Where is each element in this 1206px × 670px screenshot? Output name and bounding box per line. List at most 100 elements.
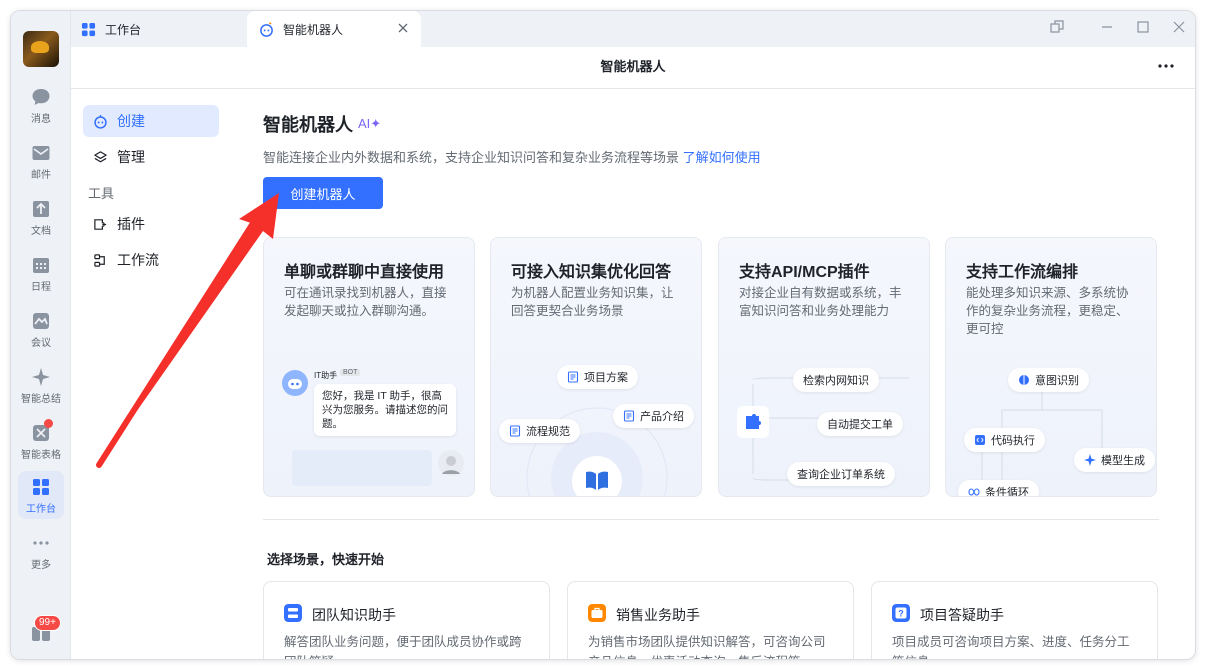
scenario-card-project-qa[interactable]: ? 项目答疑助手 项目成员可咨询项目方案、进度、任务分工等信息 [871,581,1158,659]
book-icon [572,456,622,496]
left-rail: 消息 邮件 文档 日程 会议 智能总结 智能表格 工作台 更多 99+ [11,11,71,659]
nav-item-create[interactable]: 创建 [83,105,219,137]
card-title: 支持工作流编排 [966,264,1079,281]
nav-label: 创建 [117,113,145,129]
team-knowledge-icon [284,604,302,622]
document-icon [567,371,579,383]
section-title: 选择场景，快速开始 [267,552,385,567]
pill-process-spec: 流程规范 [499,419,580,443]
svg-text:?: ? [898,609,904,619]
loop-icon [968,488,980,496]
nav-item-manage[interactable]: 管理 [83,141,219,173]
scenario-title: 销售业务助手 [616,607,700,623]
card-desc: 为机器人配置业务知识集，让回答更契合业务场景 [511,286,674,318]
rail-item-docs[interactable]: 文档 [11,191,71,245]
avatar[interactable] [23,31,59,67]
chat-input-placeholder [292,450,432,486]
workspace-grid-icon [81,22,96,36]
pill-project-plan: 项目方案 [557,365,638,389]
scenario-title: 团队知识助手 [312,607,396,623]
rail-item-workspace[interactable]: 工作台 [11,469,71,523]
rail-label: 智能总结 [21,394,61,405]
learn-how-link[interactable]: 了解如何使用 [683,150,761,165]
meeting-icon [33,313,49,329]
nav-label: 工作流 [117,252,159,268]
message-icon [32,89,50,105]
nav-label: 插件 [117,216,145,232]
page-title: 智能机器人 [600,59,666,74]
more-options-icon[interactable] [1157,60,1175,72]
card-desc: 对接企业自有数据或系统，丰富知识问答和业务处理能力 [739,286,902,318]
document-icon [509,425,521,437]
tab-smart-bot[interactable]: 智能机器人 [247,11,421,47]
document-icon [623,410,635,422]
rail-label: 邮件 [31,170,51,181]
code-icon [975,435,985,445]
close-icon[interactable] [397,22,409,34]
tab-label: 智能机器人 [283,22,344,37]
feature-card-knowledge: 可接入知识集优化回答 为机器人配置业务知识集，让回答更契合业务场景 项目方案 产… [490,237,702,497]
scenario-card-team-knowledge[interactable]: 团队知识助手 解答团队业务问题，便于团队成员协作或跨团队答疑 [263,581,550,659]
maximize-icon[interactable] [1135,19,1151,35]
question-icon: ? [892,604,910,622]
mail-icon [32,146,50,160]
nav-group-tools: 工具 [88,186,115,201]
rail-item-more[interactable]: 更多 [11,525,71,579]
briefcase-icon [588,604,606,622]
bot-avatar-icon [282,370,308,396]
rail-label: 智能表格 [21,450,61,461]
rail-label: 更多 [31,560,51,571]
card-desc: 可在通讯录找到机器人，直接发起聊天或拉入群聊沟通。 [284,286,447,318]
rail-item-mail[interactable]: 邮件 [11,135,71,189]
workflow-icon [94,253,105,267]
rail-item-calendar[interactable]: 日程 [11,247,71,301]
minimize-icon[interactable] [1099,19,1115,35]
nav-item-workflow[interactable]: 工作流 [83,244,219,276]
main-heading: 智能机器人 AI✦ [263,111,1159,137]
side-nav: 创建 管理 工具 插件 工作流 [83,105,219,280]
pill-product-intro: 产品介绍 [613,404,694,428]
scenario-cards: 团队知识助手 解答团队业务问题，便于团队成员协作或跨团队答疑 销售业务助手 为销… [263,581,1159,659]
rail-item-messages[interactable]: 消息 [11,79,71,133]
pill-order-query: 查询企业订单系统 [787,462,895,486]
pill-code-exec: 代码执行 [964,428,1045,452]
calendar-icon [33,258,49,273]
scenario-card-sales[interactable]: 销售业务助手 为销售市场团队提供知识解答，可咨询公司产品信息、优惠活动查询、售后… [567,581,854,659]
rail-label: 文档 [31,226,51,237]
rail-label: 工作台 [26,504,56,515]
bot-name: IT助手 [314,371,338,380]
bot-icon [260,21,273,37]
rail-label: 消息 [31,114,51,125]
pill-model-gen: 模型生成 [1074,448,1155,472]
chat-bubble: 您好，我是 IT 助手，很高兴为您服务。请描述您的问题。 [314,384,456,436]
sparkle-icon [1084,454,1096,466]
main-content: 智能机器人 AI✦ 智能连接企业内外数据和系统，支持企业知识问答和复杂业务流程等… [263,111,1159,659]
ai-tag: AI✦ [358,116,382,131]
scenario-desc: 解答团队业务问题，便于团队成员协作或跨团队答疑 [284,635,522,659]
sparkle-icon [32,368,50,386]
card-title: 支持API/MCP插件 [739,264,870,281]
layers-icon [94,150,107,162]
rail-item-smart-summary[interactable]: 智能总结 [11,359,71,413]
tab-label: 工作台 [105,22,142,37]
nav-item-plugin[interactable]: 插件 [83,208,219,240]
scenario-desc: 项目成员可咨询项目方案、进度、任务分工等信息 [892,635,1130,659]
pill-loop: 条件循环 [958,480,1039,496]
rail-item-meeting[interactable]: 会议 [11,303,71,357]
feature-card-chat: 单聊或群聊中直接使用 可在通讯录找到机器人，直接发起聊天或拉入群聊沟通。 IT助… [263,237,475,497]
divider [263,519,1159,520]
create-bot-button[interactable]: 创建机器人 [263,177,383,209]
close-window-icon[interactable] [1171,19,1187,35]
rail-label: 会议 [31,338,51,349]
card-title: 单聊或群聊中直接使用 [284,264,445,281]
rail-item-smart-table[interactable]: 智能表格 [11,415,71,469]
bot-icon [94,114,107,129]
feature-card-workflow: 支持工作流编排 能处理多知识来源、多系统协作的复杂业务流程，更稳定、更可控 意图… [945,237,1157,497]
card-title: 可接入知识集优化回答 [511,264,672,281]
pin-window-icon[interactable] [1049,19,1065,35]
plugin-icon [94,218,107,230]
tab-workspace[interactable]: 工作台 [81,11,141,47]
app-window: 消息 邮件 文档 日程 会议 智能总结 智能表格 工作台 更多 99+ 工作台 … [10,10,1196,660]
workspace-grid-icon [33,479,49,495]
subtitle-text: 智能连接企业内外数据和系统，支持企业知识问答和复杂业务流程等场景 [263,150,680,165]
